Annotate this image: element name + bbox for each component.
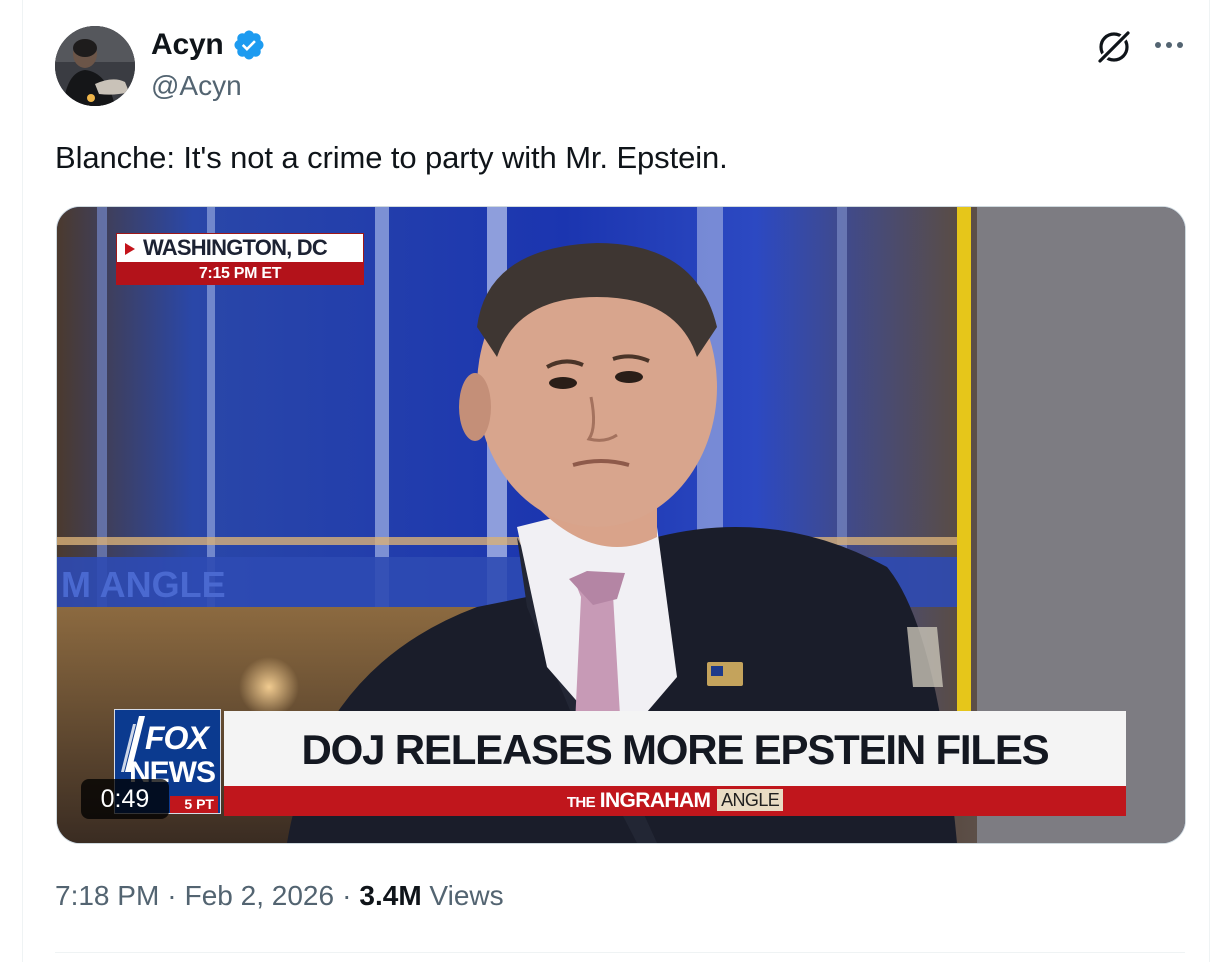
author-handle[interactable]: @Acyn bbox=[151, 70, 242, 102]
meta-separator: · bbox=[342, 880, 352, 911]
more-icon[interactable] bbox=[1152, 33, 1186, 57]
location-text: WASHINGTON, DC bbox=[143, 235, 328, 260]
show-name-the: THE bbox=[566, 794, 596, 811]
tweet-text: Blanche: It's not a crime to party with … bbox=[55, 140, 728, 175]
play-triangle-icon bbox=[125, 243, 135, 255]
card-border-right bbox=[1209, 0, 1210, 962]
logo-time-text: 5 PT bbox=[170, 796, 218, 813]
location-label: WASHINGTON, DC bbox=[116, 233, 364, 263]
show-name-bar: THE INGRAHAM ANGLE bbox=[224, 786, 1126, 816]
views-count[interactable]: 3.4M bbox=[359, 880, 421, 911]
author-name-row: Acyn bbox=[151, 28, 266, 62]
headline-chyron: DOJ RELEASES MORE EPSTEIN FILES bbox=[224, 711, 1126, 789]
video-duration-badge: 0:49 bbox=[81, 779, 169, 819]
background-show-text: M ANGLE bbox=[61, 564, 226, 605]
video-player[interactable]: M ANGLE WASHINGTON, DC 7:15 PM ET DOJ RE… bbox=[56, 206, 1186, 844]
grok-icon[interactable] bbox=[1094, 27, 1134, 67]
card-border-left bbox=[22, 0, 23, 962]
show-name-angle: ANGLE bbox=[717, 789, 784, 811]
author-display-name[interactable]: Acyn bbox=[151, 28, 224, 62]
verified-badge-icon[interactable] bbox=[232, 28, 266, 62]
bottom-divider bbox=[55, 952, 1185, 953]
meta-separator: · bbox=[167, 880, 177, 911]
avatar-image bbox=[55, 26, 135, 106]
tweet-date[interactable]: Feb 2, 2026 bbox=[185, 880, 334, 911]
views-label: Views bbox=[429, 880, 504, 911]
broadcast-time: 7:15 PM ET bbox=[116, 262, 364, 285]
logo-fox-text: FOX bbox=[145, 720, 209, 756]
location-chyron: WASHINGTON, DC 7:15 PM ET bbox=[116, 233, 364, 287]
tweet-time[interactable]: 7:18 PM bbox=[55, 880, 159, 911]
show-name-main: INGRAHAM bbox=[599, 789, 711, 812]
avatar[interactable] bbox=[55, 26, 135, 106]
tweet-meta: 7:18 PM · Feb 2, 2026 · 3.4M Views bbox=[55, 880, 504, 912]
